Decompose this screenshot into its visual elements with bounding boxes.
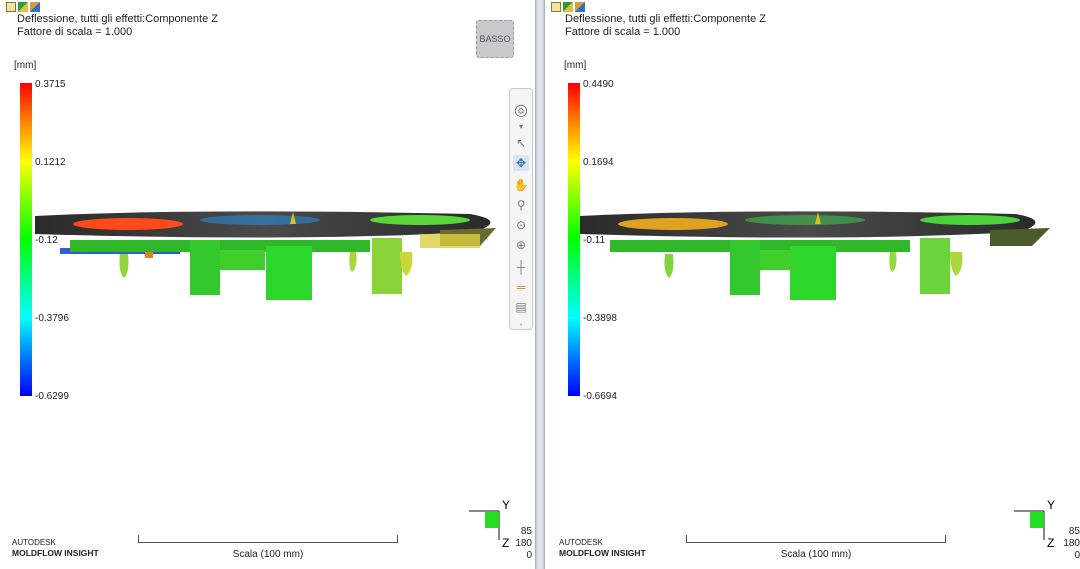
select-icon[interactable]: ↖ — [513, 135, 529, 151]
brand-edition: INSIGHT — [611, 548, 646, 558]
scale-tick-max: 0.4490 — [583, 79, 614, 90]
viewport-left[interactable]: Deflessione, tutti gli effetti:Component… — [0, 0, 535, 569]
axis-triad: Y Z 85 180 0 — [1010, 498, 1080, 568]
scale-tick: 0.1694 — [583, 157, 614, 168]
deflection-model[interactable] — [580, 190, 1080, 305]
brand-product: MOLDFLOW — [559, 548, 610, 558]
center-icon[interactable]: ┼ — [513, 259, 529, 275]
result-icons — [6, 2, 40, 12]
pan-icon[interactable]: ✋ — [513, 177, 529, 193]
scale-factor: Fattore di scala = 1.000 — [565, 26, 681, 38]
angle-value: 180 — [515, 538, 532, 549]
result-icon[interactable] — [575, 2, 585, 12]
brand-company: AUTODESK — [559, 538, 603, 547]
brand-edition: INSIGHT — [64, 548, 99, 558]
study-icon[interactable] — [551, 2, 561, 12]
angle-value: 85 — [1068, 526, 1080, 537]
scale-tick-max: 0.3715 — [35, 79, 66, 90]
layer-icon[interactable]: ▤ — [513, 299, 529, 315]
axis-z-label: Z — [1047, 536, 1055, 550]
viewport-right[interactable]: Deflessione, tutti gli effetti:Component… — [545, 0, 1080, 569]
angle-value: 180 — [1063, 538, 1080, 549]
result-icon[interactable] — [30, 2, 40, 12]
scale-bar-label: Scala (100 mm) — [780, 549, 852, 560]
unit-label: [mm] — [14, 60, 37, 71]
scale-bar-label: Scala (100 mm) — [232, 549, 304, 560]
scale-bar — [138, 535, 398, 543]
splitter[interactable] — [535, 0, 545, 569]
scale-bar — [686, 535, 946, 543]
zoom-icon[interactable]: ⚲ — [513, 197, 529, 213]
view-cube-label: BASSO — [479, 34, 511, 44]
dropdown-icon[interactable]: ▾ — [513, 119, 529, 135]
analysis-icon[interactable] — [18, 2, 28, 12]
analysis-icon[interactable] — [563, 2, 573, 12]
deflection-model[interactable] — [0, 190, 505, 305]
result-title: Deflessione, tutti gli effetti:Component… — [17, 13, 218, 39]
fit-icon[interactable]: ⊕ — [513, 237, 529, 253]
study-icon[interactable] — [6, 2, 16, 12]
color-scale-bar — [568, 83, 580, 396]
axis-triad: Y Z 85 180 0 — [465, 498, 535, 568]
angle-value: 0 — [526, 550, 532, 561]
view-cube[interactable]: BASSO — [476, 20, 514, 58]
axis-z-label: Z — [502, 536, 510, 550]
axis-y-label: Y — [502, 498, 511, 512]
scale-tick-min: -0.6694 — [583, 391, 617, 402]
result-title: Deflessione, tutti gli effetti:Component… — [565, 13, 766, 39]
scale-tick-min: -0.6299 — [35, 391, 69, 402]
brand-product: MOLDFLOW — [12, 548, 63, 558]
rotate-icon[interactable]: ✥ — [513, 155, 529, 171]
view-angles: 85 180 0 — [1063, 526, 1080, 562]
navigation-toolbar: ◎ ▾ ↖ ✥ ✋ ⚲ ⊙ ⊕ ┼ ═ ▤ ◦ — [509, 88, 533, 330]
brand-logo: AUTODESK MOLDFLOW INSIGHT — [559, 538, 646, 559]
angle-value: 0 — [1074, 550, 1080, 561]
unit-label: [mm] — [564, 60, 587, 71]
scale-tick: 0.1212 — [35, 157, 66, 168]
scale-tick: -0.3898 — [583, 313, 617, 324]
scale-factor: Fattore di scala = 1.000 — [17, 26, 133, 38]
result-name: Deflessione, tutti gli effetti:Component… — [565, 13, 766, 25]
hot-zone — [73, 218, 183, 230]
angle-value: 85 — [520, 526, 532, 537]
scale-tick: -0.3796 — [35, 313, 69, 324]
view-angles: 85 180 0 — [515, 526, 532, 562]
result-name: Deflessione, tutti gli effetti:Component… — [17, 13, 218, 25]
clip-plane-icon[interactable]: ═ — [513, 279, 529, 295]
view-cube-icon[interactable]: ◎ — [513, 103, 529, 119]
expand-icon[interactable]: ◦ — [513, 317, 529, 333]
brand-logo: AUTODESK MOLDFLOW INSIGHT — [12, 538, 99, 559]
green-zone — [370, 215, 470, 225]
result-icons — [551, 2, 585, 12]
axis-y-label: Y — [1047, 498, 1056, 512]
zoom-window-icon[interactable]: ⊙ — [513, 217, 529, 233]
brand-company: AUTODESK — [12, 538, 56, 547]
